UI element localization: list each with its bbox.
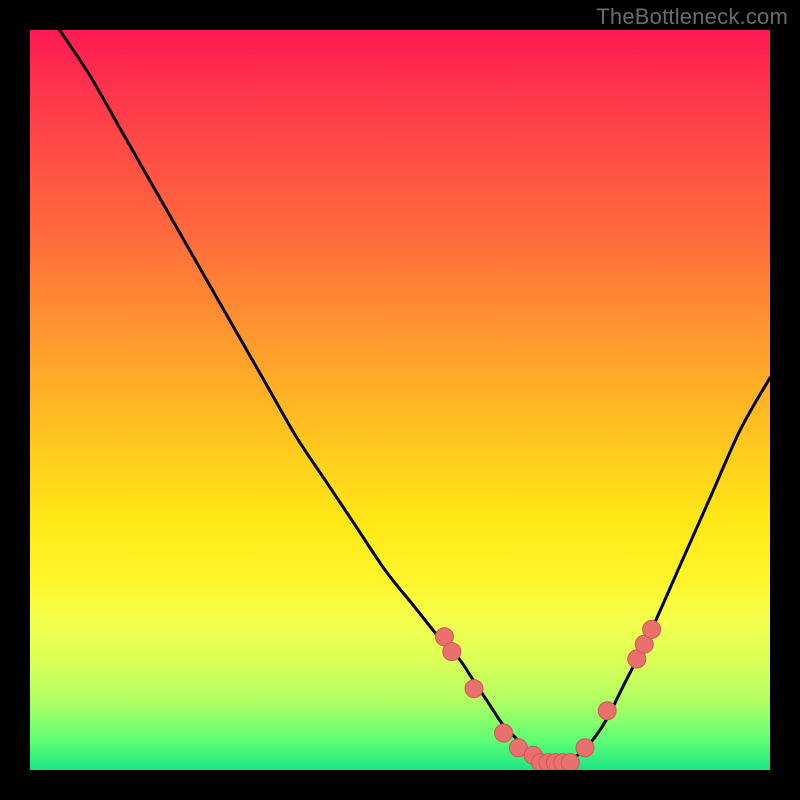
- chart-svg: [30, 30, 770, 770]
- curve-marker: [643, 620, 661, 638]
- curve-marker: [443, 643, 461, 661]
- curve-marker: [495, 724, 513, 742]
- curve-marker: [576, 739, 594, 757]
- bottleneck-curve: [60, 30, 770, 764]
- curve-marker: [465, 680, 483, 698]
- plot-area: [30, 30, 770, 770]
- curve-marker: [598, 702, 616, 720]
- watermark-text: TheBottleneck.com: [596, 4, 788, 30]
- outer-frame: TheBottleneck.com: [0, 0, 800, 800]
- curve-marker: [561, 754, 579, 770]
